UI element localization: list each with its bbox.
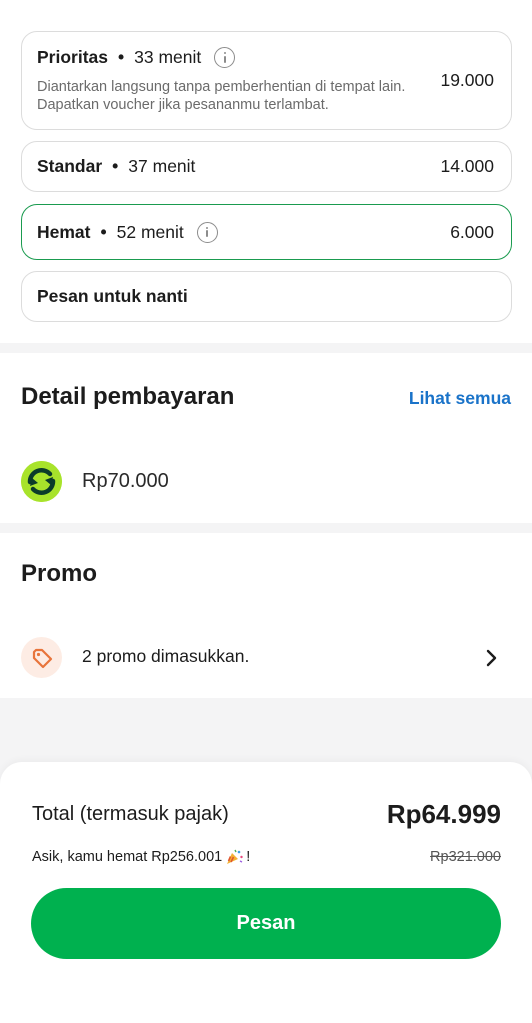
delivery-options-section: Prioritas • 33 menit Diantarkan langsung… (0, 0, 532, 343)
schedule-header: Pesan untuk nanti (37, 272, 188, 321)
total-value: Rp64.999 (386, 799, 501, 829)
delivery-option-hemat[interactable]: Hemat • 52 menit 6.000 (21, 204, 512, 260)
savings-prefix: Asik, kamu hemat Rp256.001 (32, 849, 223, 865)
separator-dot: • (118, 47, 125, 67)
option-price: 6.000 (450, 221, 494, 242)
option-name: Pesan untuk nanti (37, 286, 188, 306)
delivery-option-prioritas[interactable]: Prioritas • 33 menit Diantarkan langsung… (21, 31, 512, 130)
see-all-link[interactable]: Lihat semua (409, 388, 511, 409)
hemat-header: Hemat • 52 menit (37, 205, 218, 259)
promo-section: Promo 2 promo dimasukkan. (0, 533, 532, 698)
option-description: Diantarkan langsung tanpa pemberhentian … (37, 79, 406, 113)
wallet-logo-icon (21, 461, 62, 502)
tag-icon (21, 637, 62, 678)
info-icon[interactable] (196, 221, 218, 243)
total-label: Total (termasuk pajak) (32, 803, 229, 825)
info-icon[interactable] (214, 47, 236, 68)
savings-text: Asik, kamu hemat Rp256.001 ! (32, 848, 250, 866)
option-eta: 37 menit (128, 156, 196, 176)
delivery-option-schedule[interactable]: Pesan untuk nanti (21, 271, 512, 322)
party-popper-icon (224, 848, 244, 866)
option-eta: 33 menit (134, 47, 202, 67)
delivery-option-standar[interactable]: Standar • 37 menit 14.000 (21, 141, 512, 192)
payment-title: Detail pembayaran (21, 383, 235, 410)
standar-header: Standar • 37 menit (37, 142, 195, 191)
option-eta: 52 menit (116, 221, 184, 242)
promo-applied-text[interactable]: 2 promo dimasukkan. (82, 646, 249, 667)
separator-dot: • (112, 156, 119, 176)
chevron-right-icon[interactable] (484, 649, 498, 667)
promo-title: Promo (21, 560, 98, 587)
payment-amount: Rp70.000 (82, 470, 169, 492)
original-price: Rp321.000 (430, 849, 501, 865)
checkout-summary-sheet: Total (termasuk pajak) Rp64.999 Asik, ka… (0, 762, 532, 1023)
option-price: 19.000 (440, 70, 494, 90)
option-name: Prioritas (37, 47, 108, 67)
order-button[interactable]: Pesan (31, 888, 501, 959)
savings-suffix: ! (246, 849, 251, 865)
separator-dot: • (100, 221, 107, 242)
prioritas-header: Prioritas • 33 menit (37, 47, 236, 68)
option-name: Hemat (37, 221, 91, 242)
option-price: 14.000 (440, 156, 494, 176)
option-name: Standar (37, 156, 103, 176)
payment-detail-section: Detail pembayaran Lihat semua Rp70.000 (0, 353, 532, 523)
